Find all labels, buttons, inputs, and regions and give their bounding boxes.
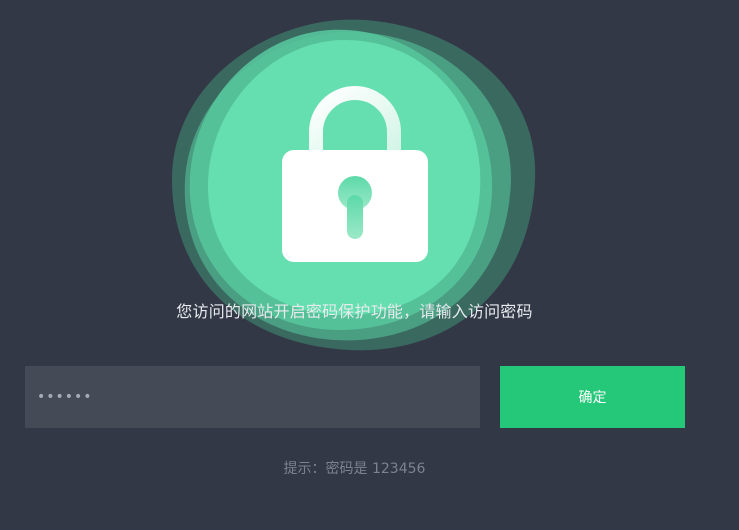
hint-text: 密码是 123456 bbox=[325, 461, 426, 477]
password-hint: 提示：密码是 123456 bbox=[0, 459, 709, 479]
hint-label: 提示： bbox=[283, 461, 326, 477]
protection-message: 您访问的网站开启密码保护功能，请输入访问密码 bbox=[176, 302, 533, 321]
password-input[interactable] bbox=[25, 366, 480, 428]
confirm-button[interactable]: 确定 bbox=[500, 366, 685, 428]
